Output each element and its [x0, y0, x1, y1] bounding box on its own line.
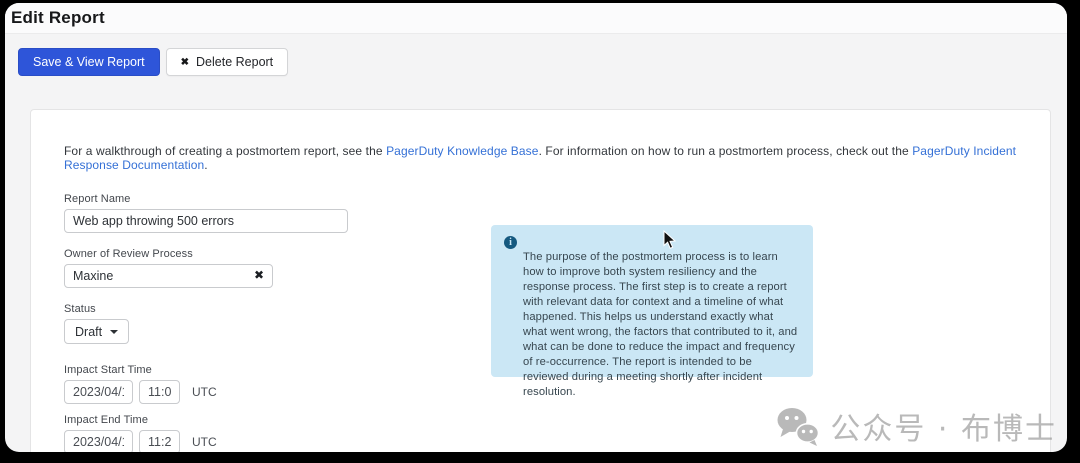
delete-x-icon: ✖: [180, 56, 190, 68]
info-icon: i: [504, 236, 517, 249]
impact-end-field: Impact End Time UTC: [64, 414, 1020, 452]
owner-input[interactable]: [64, 264, 273, 288]
title-bar: Edit Report: [5, 3, 1067, 34]
impact-start-date-input[interactable]: [64, 380, 133, 404]
intro-part3: .: [204, 158, 208, 172]
impact-start-timezone: UTC: [192, 385, 217, 399]
app-window: Edit Report Save & View Report ✖ Delete …: [5, 3, 1067, 452]
delete-report-button[interactable]: ✖ Delete Report: [165, 48, 289, 76]
report-name-label: Report Name: [64, 193, 131, 205]
save-view-report-button[interactable]: Save & View Report: [18, 48, 160, 76]
chevron-down-icon: [110, 329, 119, 334]
status-value: Draft: [75, 324, 103, 339]
report-name-input[interactable]: [64, 209, 348, 233]
owner-clear-icon[interactable]: ✖: [254, 268, 264, 282]
delete-report-label: Delete Report: [196, 55, 274, 69]
toolbar: Save & View Report ✖ Delete Report: [5, 34, 1067, 76]
impact-end-timezone: UTC: [192, 435, 217, 449]
postmortem-info-box: i The purpose of the postmortem process …: [491, 225, 813, 398]
impact-end-label: Impact End Time: [64, 414, 149, 426]
impact-end-date-input[interactable]: [64, 430, 133, 452]
impact-end-time-input[interactable]: [139, 430, 180, 452]
knowledge-base-link[interactable]: PagerDuty Knowledge Base: [386, 144, 539, 158]
intro-part2: . For information on how to run a postmo…: [538, 144, 913, 158]
edit-report-card: For a walkthrough of creating a postmort…: [30, 109, 1051, 452]
intro-part1: For a walkthrough of creating a postmort…: [64, 144, 387, 158]
impact-start-time-input[interactable]: [139, 380, 180, 404]
page-title: Edit Report: [11, 8, 105, 27]
info-box-text: The purpose of the postmortem process is…: [523, 251, 798, 398]
intro-text: For a walkthrough of creating a postmort…: [64, 144, 1020, 172]
status-dropdown[interactable]: Draft: [64, 319, 130, 344]
